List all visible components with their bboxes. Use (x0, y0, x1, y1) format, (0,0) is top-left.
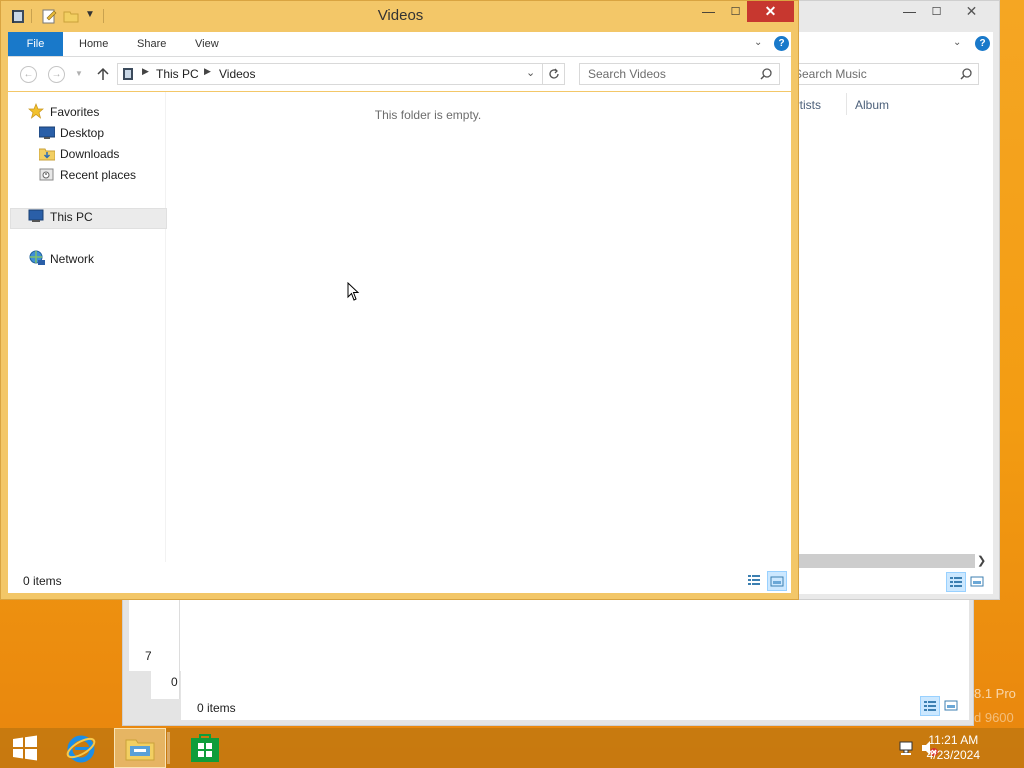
clock-date: 4/23/2024 (926, 748, 980, 762)
thumbnail-view-icon (770, 576, 784, 587)
window-client-area: Favorites Desktop Downloads Recent place… (8, 92, 791, 593)
maximize-button[interactable]: ☐ (722, 1, 749, 21)
breadcrumb-separator-icon[interactable]: ▶ (142, 66, 149, 77)
breadcrumb-separator-icon[interactable]: ▶ (204, 66, 211, 77)
back-arrow-icon[interactable]: ← (20, 66, 37, 83)
network-icon (29, 250, 45, 265)
thumbnail-view-button[interactable] (968, 572, 988, 592)
taskbar-file-explorer[interactable] (114, 728, 166, 768)
expand-ribbon-chevron-icon[interactable]: ⌄ (953, 37, 961, 48)
network-tray-icon[interactable] (898, 740, 914, 756)
nav-downloads[interactable]: Downloads (60, 144, 119, 164)
close-button[interactable]: ✕ (948, 1, 995, 22)
music-search-input[interactable]: Search Music (789, 63, 979, 85)
navigation-pane[interactable]: Favorites Desktop Downloads Recent place… (8, 92, 167, 562)
taskbar: 11:21 AM 4/23/2024 (0, 728, 1024, 768)
details-view-button[interactable] (745, 571, 765, 591)
column-header-album[interactable]: Album (855, 98, 889, 112)
help-button[interactable]: ? (774, 36, 789, 51)
internet-explorer-icon (66, 735, 96, 763)
minimize-button[interactable]: — (695, 1, 722, 21)
search-icon (760, 68, 772, 80)
taskbar-internet-explorer[interactable] (56, 728, 106, 768)
forward-arrow-icon[interactable]: → (48, 66, 65, 83)
store-icon (191, 734, 219, 762)
status-item-count: 0 items (23, 574, 62, 588)
window-title: Videos (377, 7, 424, 24)
search-placeholder: Search Music (794, 67, 867, 81)
fragment-text: 0 (171, 675, 178, 689)
search-icon (960, 68, 972, 80)
downloads-icon (39, 148, 55, 161)
videos-explorer-window[interactable]: ▼ Videos — ☐ ✕ File Home Share View ⌄ ? … (0, 0, 799, 600)
address-bar[interactable]: ▶ This PC ▶ Videos ⌄ (117, 63, 551, 85)
computer-icon (28, 209, 44, 222)
scroll-right-arrow-icon[interactable]: ❯ (977, 554, 986, 567)
status-item-count: 0 items (197, 701, 236, 715)
recent-locations-chevron-icon[interactable]: ▼ (75, 69, 83, 78)
file-explorer-icon (125, 739, 155, 761)
videos-folder-icon (123, 68, 133, 80)
taskbar-store[interactable] (180, 728, 230, 768)
mouse-pointer-icon (347, 282, 360, 301)
refresh-icon (549, 68, 559, 79)
windows-start-icon (13, 735, 37, 761)
star-icon (28, 103, 44, 119)
help-button[interactable]: ? (975, 36, 990, 51)
large-icons-view-button[interactable] (920, 696, 940, 716)
large-icons-view-button[interactable] (767, 571, 787, 591)
nav-desktop[interactable]: Desktop (60, 123, 104, 143)
nav-recent-places[interactable]: Recent places (60, 165, 136, 185)
nav-favorites[interactable]: Favorites (50, 102, 99, 122)
tab-share[interactable]: Share (125, 32, 178, 56)
expand-ribbon-chevron-icon[interactable]: ⌄ (754, 37, 762, 48)
thumbnail-view-icon (970, 576, 984, 587)
recent-places-icon (39, 168, 54, 181)
nav-this-pc[interactable]: This PC (50, 207, 93, 227)
taskbar-stack-indicator (167, 732, 170, 764)
navigation-bar: ← → ▼ ▶ This PC ▶ Videos ⌄ Search Videos (8, 57, 791, 91)
column-divider (846, 93, 847, 115)
up-arrow-icon[interactable] (97, 67, 109, 81)
breadcrumb-this-pc[interactable]: This PC (156, 67, 199, 81)
details-view-icon (924, 701, 936, 711)
desktop-icon (39, 126, 55, 139)
address-history-chevron-icon[interactable]: ⌄ (526, 66, 535, 79)
minimize-button[interactable]: — (896, 1, 923, 21)
refresh-button[interactable] (542, 63, 565, 85)
search-videos-input[interactable]: Search Videos (579, 63, 780, 85)
ribbon-tab-bar: File Home Share View ⌄ ? (8, 32, 791, 57)
details-view-icon (748, 575, 760, 585)
tab-file[interactable]: File (8, 32, 63, 56)
music-explorer-window[interactable]: — ☐ ✕ ⌄ ? Search Music artists Album ❯ (789, 0, 1000, 600)
thumbnail-view-icon (944, 700, 958, 711)
empty-folder-message: This folder is empty. (374, 108, 482, 122)
breadcrumb-videos[interactable]: Videos (219, 67, 255, 81)
back-explorer-window[interactable]: 7 0 0 items (122, 598, 974, 726)
clock-time: 11:21 AM (928, 733, 979, 747)
maximize-button[interactable]: ☐ (923, 1, 950, 21)
details-view-button[interactable] (946, 572, 966, 592)
os-build-watermark: d 9600 (974, 710, 1014, 725)
thumbnail-view-button[interactable] (942, 696, 962, 716)
details-view-icon (950, 577, 962, 587)
search-placeholder: Search Videos (588, 67, 666, 81)
tab-view[interactable]: View (183, 32, 231, 56)
os-edition-watermark: 8.1 Pro (974, 686, 1016, 701)
system-clock[interactable]: 11:21 AM 4/23/2024 (927, 733, 980, 763)
nav-network[interactable]: Network (50, 249, 94, 269)
start-button[interactable] (0, 728, 50, 768)
close-button[interactable]: ✕ (747, 1, 794, 22)
horizontal-scrollbar[interactable] (791, 554, 975, 568)
tab-home[interactable]: Home (67, 32, 120, 56)
